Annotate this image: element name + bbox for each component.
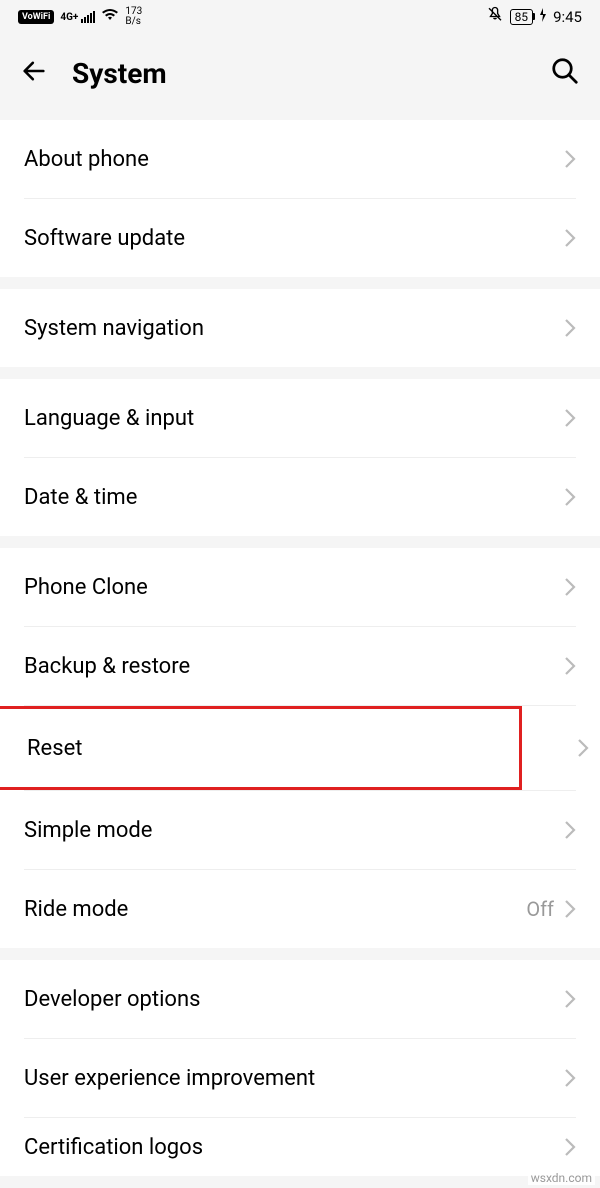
row-label: System navigation <box>24 316 564 341</box>
row-label: User experience improvement <box>24 1066 564 1091</box>
battery-indicator: 85 <box>510 9 534 25</box>
row-user-experience[interactable]: User experience improvement <box>0 1039 600 1117</box>
back-icon[interactable] <box>20 57 48 89</box>
row-label: Developer options <box>24 987 564 1012</box>
chevron-right-icon <box>564 408 576 428</box>
chevron-right-icon <box>564 989 576 1009</box>
status-left: VoWiFi 4G+ 173 B/s <box>18 7 142 27</box>
row-label: Simple mode <box>24 818 564 843</box>
highlight-annotation: Reset <box>0 706 522 790</box>
row-backup-restore[interactable]: Backup & restore <box>0 627 600 705</box>
cellular-signal-icon: 4G+ <box>60 11 95 23</box>
row-label: Language & input <box>24 406 564 431</box>
chevron-right-icon <box>564 487 576 507</box>
row-about-phone[interactable]: About phone <box>0 120 600 198</box>
chevron-right-icon <box>564 899 576 919</box>
chevron-right-icon <box>564 318 576 338</box>
chevron-right-icon <box>564 1068 576 1088</box>
row-label: Ride mode <box>24 897 526 922</box>
charging-icon <box>539 8 547 26</box>
header: System <box>0 34 600 120</box>
row-system-navigation[interactable]: System navigation <box>0 289 600 367</box>
row-simple-mode[interactable]: Simple mode <box>0 791 600 869</box>
status-bar: VoWiFi 4G+ 173 B/s 85 9:45 <box>0 0 600 34</box>
wifi-icon <box>101 8 119 26</box>
row-label: Reset <box>27 736 519 761</box>
dnd-icon <box>486 6 504 28</box>
chevron-right-icon <box>564 656 576 676</box>
chevron-right-icon <box>577 738 589 758</box>
clock: 9:45 <box>553 8 582 26</box>
chevron-right-icon <box>564 577 576 597</box>
vowifi-indicator: VoWiFi <box>18 10 54 24</box>
row-ride-mode[interactable]: Ride mode Off <box>0 870 600 948</box>
row-developer-options[interactable]: Developer options <box>0 960 600 1038</box>
row-label: Certification logos <box>24 1135 564 1160</box>
row-reset[interactable]: Reset <box>0 709 519 787</box>
section: Language & input Date & time <box>0 379 600 536</box>
row-date-time[interactable]: Date & time <box>0 458 600 536</box>
chevron-right-icon <box>564 820 576 840</box>
section: Developer options User experience improv… <box>0 960 600 1176</box>
row-phone-clone[interactable]: Phone Clone <box>0 548 600 626</box>
row-label: Software update <box>24 226 564 251</box>
row-software-update[interactable]: Software update <box>0 199 600 277</box>
section: Phone Clone Backup & restore Reset Simpl… <box>0 548 600 948</box>
chevron-right-icon <box>564 149 576 169</box>
row-language-input[interactable]: Language & input <box>0 379 600 457</box>
search-icon[interactable] <box>550 56 580 90</box>
row-label: Phone Clone <box>24 575 564 600</box>
page-title: System <box>72 57 526 90</box>
row-label: About phone <box>24 147 564 172</box>
status-right: 85 9:45 <box>486 6 582 28</box>
row-certification-logos[interactable]: Certification logos <box>0 1118 600 1176</box>
chevron-right-icon <box>564 1137 576 1157</box>
row-label: Backup & restore <box>24 654 564 679</box>
section: System navigation <box>0 289 600 367</box>
network-speed: 173 B/s <box>125 7 142 27</box>
row-label: Date & time <box>24 485 564 510</box>
watermark: wsxdn.com <box>528 1171 595 1185</box>
chevron-right-icon <box>564 228 576 248</box>
section: About phone Software update <box>0 120 600 277</box>
row-value: Off <box>526 897 554 921</box>
